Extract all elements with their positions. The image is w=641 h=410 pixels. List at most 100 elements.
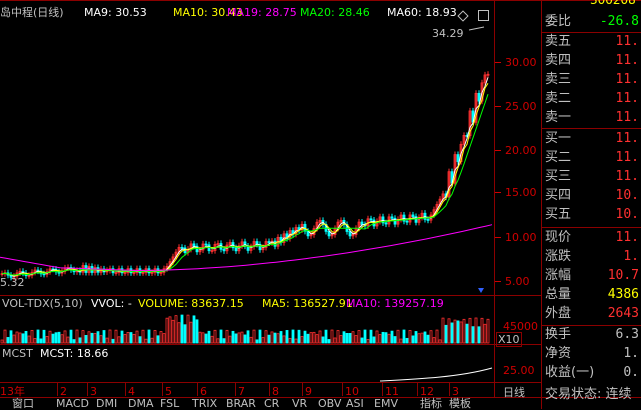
volume-bar bbox=[279, 331, 283, 344]
quote-row: 涨幅 10.7 bbox=[545, 267, 641, 285]
indicator-tab[interactable]: DMI bbox=[96, 398, 117, 409]
quote-row-label: 卖三 bbox=[545, 72, 572, 87]
indicator-tab[interactable]: MACD bbox=[56, 398, 89, 409]
quote-row: 换手 6.3 bbox=[545, 326, 641, 344]
volume-bar bbox=[390, 330, 394, 344]
volume-bar bbox=[192, 315, 196, 344]
volume-bar bbox=[429, 330, 433, 344]
volume-bar bbox=[168, 316, 172, 344]
volume-bar bbox=[90, 332, 94, 344]
volume-bar bbox=[414, 331, 418, 344]
volume-bar bbox=[450, 322, 454, 344]
volume-bar bbox=[96, 331, 100, 344]
volume-bar bbox=[138, 336, 142, 344]
quote-row: 净资 1. bbox=[545, 345, 641, 363]
volume-bar bbox=[375, 330, 379, 344]
volume-bar bbox=[204, 333, 208, 344]
volume-bar bbox=[273, 332, 277, 344]
indicator-tab[interactable]: BRAR bbox=[226, 398, 256, 409]
indicator-tab[interactable]: 模板 bbox=[449, 398, 471, 409]
volume-bar bbox=[306, 333, 310, 344]
quote-row-label: 外盘 bbox=[545, 306, 572, 321]
trade-status: 交易状态: 连续 bbox=[545, 387, 632, 402]
volume-bar bbox=[447, 318, 451, 344]
volume-bar bbox=[351, 331, 355, 344]
indicator-tab[interactable]: 窗口 bbox=[12, 398, 34, 409]
price-axis-tick-mark bbox=[495, 106, 501, 107]
volume-bar bbox=[324, 329, 328, 344]
volume-bar bbox=[369, 329, 373, 344]
quote-row-value: 11. bbox=[615, 230, 639, 245]
volume-bar bbox=[405, 337, 409, 344]
indicator-tab[interactable]: TRIX bbox=[192, 398, 217, 409]
quote-row-value: 11. bbox=[615, 131, 639, 146]
indicator-tab[interactable]: CR bbox=[264, 398, 279, 409]
quote-row-value: -26.8 bbox=[599, 14, 639, 29]
price-axis-tick-mark bbox=[495, 237, 501, 238]
indicator-tab[interactable]: ASI bbox=[346, 398, 364, 409]
quote-row-label: 买四 bbox=[545, 188, 572, 203]
volume-bar bbox=[93, 333, 97, 344]
time-axis-tick bbox=[125, 383, 126, 396]
volume-bar bbox=[135, 330, 139, 344]
quote-row-value: 10.7 bbox=[607, 268, 639, 283]
volume-bar bbox=[411, 335, 415, 344]
volume-bar bbox=[360, 337, 364, 344]
time-axis-tick bbox=[197, 383, 198, 396]
volume-bar bbox=[276, 333, 280, 344]
volume-bar bbox=[417, 333, 421, 344]
volume-bar bbox=[396, 329, 400, 344]
volume-bar bbox=[6, 337, 10, 344]
volume-bar bbox=[12, 334, 16, 344]
quote-row-value: 0. bbox=[623, 365, 639, 380]
volume-bar bbox=[462, 318, 466, 344]
time-axis-tick bbox=[162, 383, 163, 396]
volume-bar bbox=[303, 330, 307, 344]
volume-bar bbox=[177, 322, 181, 344]
volume-bar bbox=[66, 336, 70, 344]
volume-bar bbox=[39, 338, 43, 344]
volume-bar bbox=[153, 330, 157, 344]
volume-bar bbox=[63, 330, 67, 344]
price-axis-tick: 20.00 bbox=[505, 144, 537, 157]
volume-bar bbox=[381, 331, 385, 344]
volume-bar bbox=[297, 329, 301, 344]
quote-row-label: 买一 bbox=[545, 131, 572, 146]
volume-bar bbox=[42, 329, 46, 344]
volume-bar bbox=[354, 335, 358, 344]
axis-right-border bbox=[541, 0, 542, 409]
volume-bar bbox=[30, 329, 34, 344]
volume-bar bbox=[18, 332, 22, 344]
volume-bar bbox=[315, 334, 319, 344]
indicator-tab[interactable]: FSL bbox=[160, 398, 179, 409]
quote-row: 涨跌 1. bbox=[545, 248, 641, 266]
volume-bar bbox=[300, 336, 304, 344]
volume-bar bbox=[201, 332, 205, 344]
indicator-tab[interactable]: VR bbox=[292, 398, 307, 409]
volume-bar bbox=[45, 336, 49, 344]
indicator-tab[interactable]: 指标 bbox=[420, 398, 442, 409]
indicator-tab[interactable]: OBV bbox=[318, 398, 341, 409]
quote-row: 卖二 11. bbox=[545, 90, 641, 108]
volume-bar bbox=[336, 330, 340, 344]
volume-bar bbox=[312, 331, 316, 344]
volume-bar bbox=[426, 334, 430, 344]
indicator-tab[interactable]: EMV bbox=[374, 398, 398, 409]
quote-row-label: 卖一 bbox=[545, 110, 572, 125]
indicator-tab[interactable]: DMA bbox=[128, 398, 154, 409]
volume-bar bbox=[183, 324, 187, 344]
volume-bar bbox=[207, 330, 211, 344]
volume-bar bbox=[81, 330, 85, 344]
sidebar-divider bbox=[542, 32, 641, 33]
period-label[interactable]: 日线 bbox=[503, 386, 525, 399]
quote-row: 收益(一) 0. bbox=[545, 364, 641, 382]
quote-row: 卖一 11. bbox=[545, 109, 641, 127]
volume-bar bbox=[174, 315, 178, 344]
volume-bar bbox=[231, 330, 235, 344]
volume-bar bbox=[423, 331, 427, 344]
volume-bar bbox=[219, 329, 223, 344]
volume-bar bbox=[33, 338, 37, 344]
sidebar-divider bbox=[542, 128, 641, 129]
volume-bar bbox=[132, 333, 136, 344]
quote-row-value: 11. bbox=[615, 91, 639, 106]
